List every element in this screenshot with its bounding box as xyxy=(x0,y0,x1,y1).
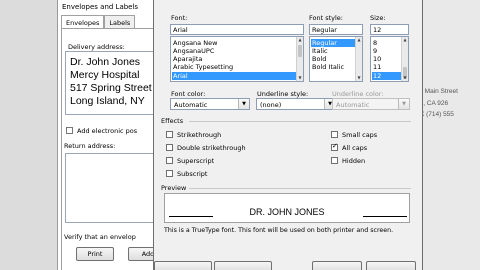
underline-style-label: Underline style: xyxy=(257,90,309,98)
size-list-scrollbar[interactable]: ▲ ▼ xyxy=(401,37,408,81)
font-label: Font: xyxy=(171,14,188,22)
style-list-item-selected[interactable]: Regular xyxy=(311,39,355,47)
scroll-down-icon[interactable]: ▼ xyxy=(297,75,303,81)
font-style-value: Regular xyxy=(312,26,337,34)
tab-labels[interactable]: Labels xyxy=(104,15,136,29)
delivery-line-4: Long Island, NY xyxy=(70,95,145,107)
electronic-postage-label: Add electronic pos xyxy=(77,127,138,135)
delivery-address-label: Delivery address: xyxy=(68,43,125,51)
font-list-scrollbar[interactable]: ▲ ▼ xyxy=(296,37,303,81)
font-name-list[interactable]: Angsana New AngsanaUPC Aparajita Arabic … xyxy=(170,36,304,82)
underline-color-dropdown[interactable]: Automatic ▼ xyxy=(332,98,410,110)
size-list-item[interactable]: 10 xyxy=(373,55,381,63)
font-style-list[interactable]: Regular Italic Bold Bold Italic ▲ ▼ xyxy=(309,36,363,82)
hidden-checkbox[interactable] xyxy=(331,157,338,164)
tab-strip: Envelopes Labels xyxy=(61,15,136,29)
scroll-down-icon[interactable]: ▼ xyxy=(402,75,408,81)
return-address-label: Return address: xyxy=(64,142,116,150)
set-as-default-button[interactable] xyxy=(154,261,212,270)
delivery-line-3: 517 Spring Street xyxy=(70,82,152,94)
style-list-item[interactable]: Bold xyxy=(312,55,326,63)
font-color-value: Automatic xyxy=(174,101,208,109)
delivery-line-1: Dr. John Jones xyxy=(70,56,141,68)
subscript-checkbox[interactable] xyxy=(166,170,173,177)
font-style-input[interactable]: Regular xyxy=(309,24,363,35)
dialog-button-row xyxy=(154,261,424,270)
scroll-up-icon[interactable]: ▲ xyxy=(356,37,362,43)
size-list[interactable]: 8 9 10 11 12 ▲ ▼ xyxy=(370,36,409,82)
double-strikethrough-label: Double strikethrough xyxy=(177,144,246,152)
all-caps-label: All caps xyxy=(342,144,368,152)
double-strikethrough-checkbox[interactable] xyxy=(166,144,173,151)
preview-box: DR. JOHN JONES xyxy=(164,193,410,223)
all-caps-checkbox[interactable] xyxy=(331,142,338,151)
superscript-checkbox[interactable] xyxy=(166,157,173,164)
size-label: Size: xyxy=(370,14,386,22)
font-color-label: Font color: xyxy=(171,90,206,98)
effects-label: Effects xyxy=(161,117,184,125)
small-caps-checkbox[interactable] xyxy=(331,131,338,138)
ok-button[interactable] xyxy=(312,261,362,270)
font-dialog: Font: Arial Angsana New AngsanaUPC Apara… xyxy=(153,0,423,270)
print-button[interactable]: Print xyxy=(76,247,114,261)
hidden-label: Hidden xyxy=(342,157,366,165)
size-list-item[interactable]: 11 xyxy=(373,63,381,71)
tab-envelopes[interactable]: Envelopes xyxy=(61,15,105,29)
underline-style-dropdown[interactable]: (none) ▼ xyxy=(256,98,336,110)
scroll-up-icon[interactable]: ▲ xyxy=(402,37,408,43)
verify-text: Verify that an envelop xyxy=(64,233,136,241)
scroll-thumb[interactable] xyxy=(298,45,302,57)
dialog-title: Envelopes and Labels xyxy=(62,3,139,11)
preview-separator xyxy=(189,188,411,189)
font-list-item-selected[interactable]: Arial xyxy=(172,72,296,80)
style-list-item[interactable]: Bold Italic xyxy=(312,63,344,71)
font-list-item[interactable]: AngsanaUPC xyxy=(173,47,214,55)
font-list-item[interactable]: Angsana New xyxy=(173,39,217,47)
size-input[interactable]: 12 xyxy=(370,24,409,35)
small-caps-label: Small caps xyxy=(342,131,378,139)
size-list-item[interactable]: 9 xyxy=(373,47,377,55)
preview-label: Preview xyxy=(161,184,187,192)
strikethrough-label: Strikethrough xyxy=(177,131,222,139)
text-effects-button[interactable] xyxy=(214,261,272,270)
size-list-item-selected[interactable]: 12 xyxy=(372,72,401,80)
superscript-label: Superscript xyxy=(177,157,215,165)
underline-color-label: Underline color: xyxy=(332,90,384,98)
font-name-input[interactable]: Arial xyxy=(170,24,304,35)
font-list-item[interactable]: Aparajita xyxy=(173,55,202,63)
dropdown-arrow-icon: ▼ xyxy=(238,99,249,109)
scroll-down-icon[interactable]: ▼ xyxy=(356,75,362,81)
delivery-line-2: Mercy Hospital xyxy=(70,69,140,81)
effects-separator xyxy=(189,121,411,122)
style-list-item[interactable]: Italic xyxy=(312,47,328,55)
size-list-item[interactable]: 8 xyxy=(373,39,377,47)
scroll-up-icon[interactable]: ▲ xyxy=(297,37,303,43)
font-color-dropdown[interactable]: Automatic ▼ xyxy=(170,98,250,110)
underline-style-value: (none) xyxy=(260,101,282,109)
font-list-item[interactable]: Arabic Typesetting xyxy=(173,63,233,71)
preview-baseline-right xyxy=(363,216,407,217)
subscript-label: Subscript xyxy=(177,170,208,178)
size-value: 12 xyxy=(373,26,382,34)
dropdown-arrow-icon: ▼ xyxy=(398,99,409,109)
style-list-scrollbar[interactable]: ▲ ▼ xyxy=(355,37,362,81)
electronic-postage-checkbox[interactable] xyxy=(66,127,73,134)
font-description: This is a TrueType font. This font will … xyxy=(164,227,394,234)
underline-color-value: Automatic xyxy=(336,101,370,109)
cancel-button[interactable] xyxy=(366,261,416,270)
font-name-value: Arial xyxy=(173,26,188,34)
strikethrough-checkbox[interactable] xyxy=(166,131,173,138)
font-style-label: Font style: xyxy=(309,14,343,22)
